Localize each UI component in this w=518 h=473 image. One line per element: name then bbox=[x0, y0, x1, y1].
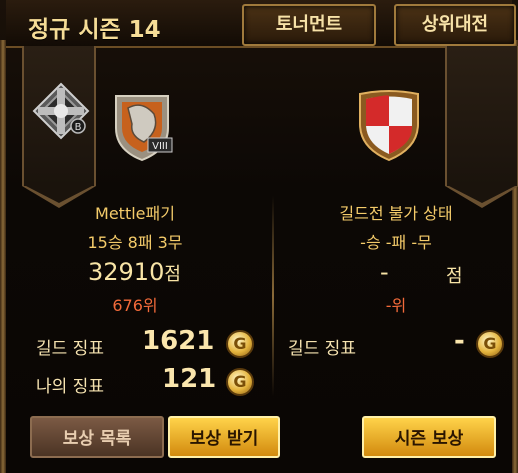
guild-name: Mettle패기 bbox=[95, 204, 175, 223]
guild-rank: 676위 bbox=[112, 296, 158, 315]
guild-war-status: 길드전 불가 상태 bbox=[339, 204, 453, 223]
guild-token-label: 길드 징표 bbox=[36, 339, 104, 359]
page-title: 정규 시즌 14 bbox=[28, 17, 161, 43]
coin-icon: G bbox=[476, 330, 504, 358]
my-token-value: 121 bbox=[162, 364, 217, 394]
reward-list-button[interactable]: 보상 목록 bbox=[30, 416, 164, 458]
coin-icon: G bbox=[226, 368, 254, 396]
right-banner bbox=[445, 46, 518, 208]
right-score: - bbox=[380, 258, 389, 286]
score-unit: 점 bbox=[164, 264, 181, 285]
frame-edge-left bbox=[0, 40, 6, 473]
rank-badge: VIII bbox=[152, 141, 168, 152]
coin-icon: G bbox=[226, 330, 254, 358]
guild-crest-icon: VIII bbox=[115, 95, 173, 162]
right-guild-token-label: 길드 징표 bbox=[288, 339, 356, 359]
tab-tournament[interactable]: 토너먼트 bbox=[242, 4, 376, 46]
tier-letter: B bbox=[75, 122, 82, 133]
guild-score: 32910점 bbox=[88, 258, 181, 286]
tab-ranking[interactable]: 상위대전 bbox=[394, 4, 516, 46]
right-record: -승 -패 -무 bbox=[360, 233, 432, 252]
right-score-unit: 점 bbox=[446, 266, 463, 287]
claim-reward-button[interactable]: 보상 받기 bbox=[168, 416, 280, 458]
header-bar: 정규 시즌 14 토너먼트 상위대전 bbox=[6, 0, 516, 48]
score-value: 32910 bbox=[88, 258, 165, 286]
tier-emblem-icon: B bbox=[32, 82, 90, 140]
guild-token-value: 1621 bbox=[142, 326, 215, 356]
guild-record: 15승 8패 3무 bbox=[87, 233, 183, 252]
right-rank: -위 bbox=[385, 296, 407, 315]
my-token-label: 나의 징표 bbox=[36, 377, 104, 397]
season-reward-button[interactable]: 시즌 보상 bbox=[362, 416, 496, 458]
shield-icon bbox=[359, 90, 419, 162]
right-guild-token-value: - bbox=[454, 326, 465, 356]
